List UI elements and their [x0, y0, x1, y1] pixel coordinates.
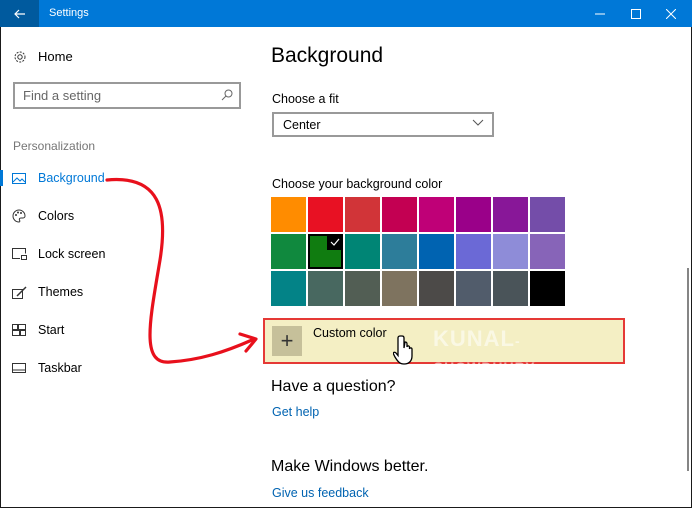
close-icon	[666, 8, 676, 19]
fit-dropdown[interactable]: Center	[272, 112, 494, 137]
color-swatch[interactable]	[419, 271, 454, 306]
themes-icon	[12, 285, 28, 299]
home-link[interactable]: Home	[13, 49, 73, 64]
question-title: Have a question?	[271, 378, 396, 395]
color-swatch[interactable]	[493, 197, 528, 232]
color-swatch[interactable]	[419, 234, 454, 269]
lock-screen-icon	[12, 248, 28, 260]
color-swatch[interactable]	[493, 234, 528, 269]
search-icon[interactable]	[221, 89, 233, 101]
hand-cursor-icon	[393, 335, 413, 365]
search-box[interactable]	[13, 82, 241, 109]
color-swatch[interactable]	[456, 271, 491, 306]
make-windows-better-title: Make Windows better.	[271, 458, 429, 475]
color-swatch[interactable]	[308, 234, 343, 269]
color-swatch[interactable]	[345, 197, 380, 232]
sidebar-item-label: Taskbar	[38, 361, 82, 375]
checkmark-icon	[327, 234, 343, 250]
section-label: Personalization	[13, 139, 96, 153]
color-swatch-grid	[271, 197, 565, 306]
background-color-label: Choose your background color	[272, 177, 443, 191]
search-input[interactable]	[23, 88, 213, 103]
picture-icon	[12, 172, 28, 184]
sidebar: Home Personalization Background Colors L…	[0, 27, 252, 507]
custom-color-button[interactable]: + Custom color KUNAL-CHOWDHURY	[263, 318, 625, 375]
give-feedback-link[interactable]: Give us feedback	[272, 486, 369, 500]
page-title: Background	[271, 44, 384, 67]
sidebar-item-label: Background	[38, 171, 105, 185]
gear-icon	[13, 50, 29, 64]
color-swatch[interactable]	[271, 197, 306, 232]
color-swatch[interactable]	[493, 271, 528, 306]
maximize-icon	[631, 8, 641, 19]
color-swatch[interactable]	[530, 197, 565, 232]
custom-color-label: Custom color	[313, 326, 387, 340]
minimize-icon	[595, 13, 605, 14]
color-swatch[interactable]	[308, 271, 343, 306]
window-title: Settings	[49, 7, 89, 19]
sidebar-item-lock-screen[interactable]: Lock screen	[0, 235, 240, 273]
taskbar-icon	[12, 363, 28, 373]
color-swatch[interactable]	[530, 271, 565, 306]
palette-icon	[12, 209, 28, 223]
color-swatch[interactable]	[271, 234, 306, 269]
scrollbar-thumb[interactable]	[687, 268, 689, 471]
plus-icon: +	[272, 326, 302, 356]
sidebar-item-colors[interactable]: Colors	[0, 197, 240, 235]
fit-value: Center	[283, 117, 321, 132]
color-swatch[interactable]	[456, 234, 491, 269]
back-arrow-icon	[13, 9, 25, 18]
sidebar-item-taskbar[interactable]: Taskbar	[0, 349, 240, 387]
color-swatch[interactable]	[382, 234, 417, 269]
color-swatch[interactable]	[419, 197, 454, 232]
title-bar: Settings	[0, 0, 692, 27]
sidebar-item-label: Colors	[38, 209, 75, 223]
watermark: KUNAL-CHOWDHURY	[433, 326, 536, 375]
color-swatch[interactable]	[456, 197, 491, 232]
sidebar-item-label: Lock screen	[38, 247, 106, 261]
sidebar-item-label: Start	[38, 323, 65, 337]
sidebar-item-themes[interactable]: Themes	[0, 273, 240, 311]
active-indicator	[0, 170, 3, 186]
close-button[interactable]	[648, 0, 692, 27]
sidebar-item-start[interactable]: Start	[0, 311, 240, 349]
start-icon	[12, 324, 28, 336]
back-button[interactable]	[0, 0, 39, 27]
sidebar-item-label: Themes	[38, 285, 84, 299]
sidebar-item-background[interactable]: Background	[0, 159, 240, 197]
color-swatch[interactable]	[345, 271, 380, 306]
color-swatch[interactable]	[308, 197, 343, 232]
color-swatch[interactable]	[271, 271, 306, 306]
home-label: Home	[38, 49, 73, 64]
color-swatch[interactable]	[530, 234, 565, 269]
chevron-down-icon	[472, 119, 484, 126]
color-swatch[interactable]	[345, 234, 380, 269]
color-swatch[interactable]	[382, 271, 417, 306]
fit-label: Choose a fit	[272, 92, 339, 106]
get-help-link[interactable]: Get help	[272, 405, 319, 419]
main-content: Background Choose a fit Center Choose yo…	[260, 27, 680, 507]
color-swatch[interactable]	[382, 197, 417, 232]
